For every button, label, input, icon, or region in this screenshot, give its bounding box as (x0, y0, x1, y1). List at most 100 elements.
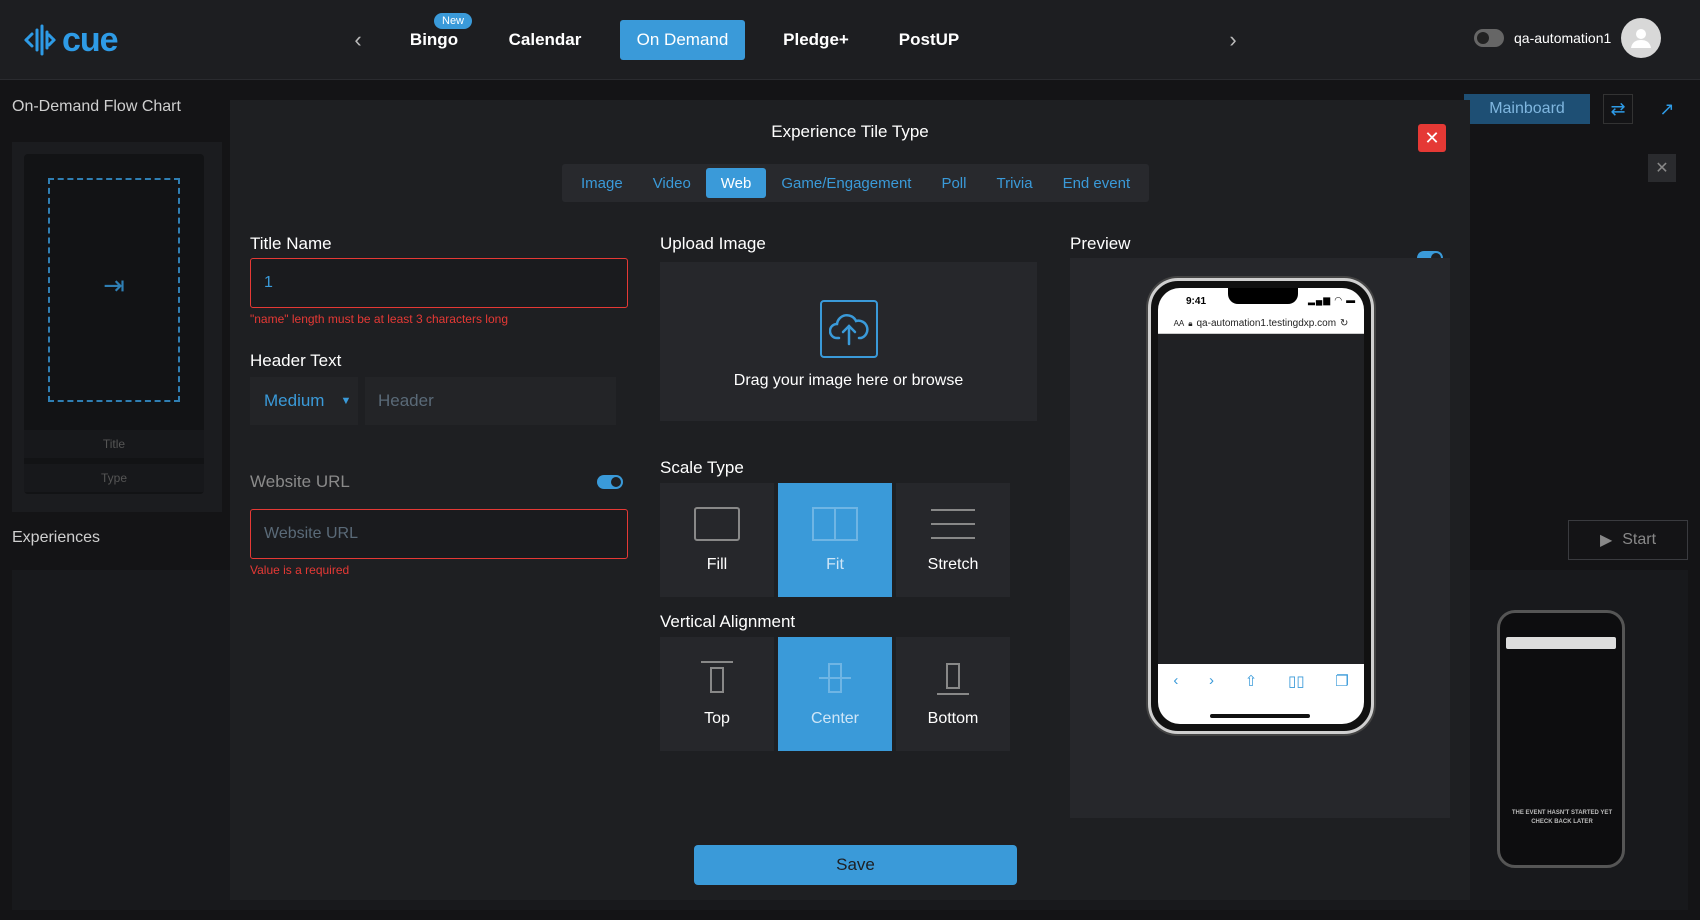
cue-logo[interactable]: cue (22, 20, 119, 60)
background-phone-preview: THE EVENT HASN'T STARTED YET CHECK BACK … (1497, 610, 1625, 868)
phone-address-bar: AA 🔒︎ qa-automation1.testingdxp.com ↻ (1158, 314, 1364, 334)
bookmarks-icon: ▯▯ (1287, 673, 1305, 690)
soundwave-icon (24, 24, 56, 56)
tab-web[interactable]: Web (705, 168, 767, 198)
logo-text: cue (62, 20, 119, 59)
phone-screen: 9:41 ▂▄▆ ◠ ▬ AA 🔒︎ qa-automation1.testin… (1158, 288, 1364, 724)
experience-tile-type-modal: Experience Tile Type ✕ Image Video Web G… (230, 100, 1470, 900)
preview-panel: 9:41 ▂▄▆ ◠ ▬ AA 🔒︎ qa-automation1.testin… (1070, 258, 1450, 818)
back-icon: ‹ (1173, 672, 1179, 689)
title-name-error: "name" length must be at least 3 charact… (250, 312, 508, 326)
title-name-input[interactable]: 1 (250, 258, 628, 308)
align-top-option[interactable]: Top (660, 637, 774, 751)
header-text-input[interactable]: Header (365, 377, 616, 425)
signal-wifi-battery-icon: ▂▄▆ ◠ ▬ (1308, 295, 1357, 305)
header-text-label: Header Text (250, 351, 342, 370)
header-size-value: Medium (264, 391, 325, 410)
share-icon: ⇧ (1244, 673, 1258, 690)
vertical-alignment-label: Vertical Alignment (660, 612, 796, 631)
card-title-field: Title (24, 430, 204, 458)
phone-status-bar: 9:41 ▂▄▆ ◠ ▬ (1158, 288, 1364, 314)
align-center-icon (819, 663, 851, 693)
align-top-label: Top (704, 710, 730, 727)
reload-icon: ↻ (1340, 318, 1349, 329)
phone-time: 9:41 (1186, 296, 1207, 307)
home-indicator (1210, 714, 1310, 718)
play-icon: ▶ (1599, 532, 1613, 549)
align-bottom-label: Bottom (927, 710, 979, 727)
nav-item-pledge[interactable]: Pledge+ (770, 20, 862, 60)
preview-label: Preview (1070, 234, 1131, 253)
fit-icon (812, 507, 858, 541)
start-label: Start (1622, 531, 1657, 548)
caret-down-icon: ▼ (340, 395, 352, 407)
website-url-placeholder: Website URL (264, 525, 358, 542)
phone-notch (1228, 288, 1298, 304)
tabs-icon: ❐ (1335, 673, 1349, 690)
website-url-error: Value is a required (250, 563, 350, 577)
tab-video[interactable]: Video (638, 168, 706, 198)
align-bottom-icon (937, 663, 969, 695)
title-name-value: 1 (264, 274, 273, 291)
card-type-field: Type (24, 464, 204, 492)
nav-item-calendar[interactable]: Calendar (492, 20, 598, 60)
arrow-to-end-icon: ⇥ (103, 270, 125, 300)
user-icon (1631, 29, 1652, 48)
event-not-started-text: THE EVENT HASN'T STARTED YET CHECK BACK … (1511, 810, 1613, 825)
tab-image[interactable]: Image (566, 168, 638, 198)
title-name-label: Title Name (250, 234, 332, 253)
nav-item-on-demand[interactable]: On Demand (620, 20, 745, 60)
align-center-option[interactable]: Center (778, 637, 892, 751)
username: qa-automation1 (1514, 30, 1612, 46)
lock-icon: 🔒︎ (1188, 318, 1193, 328)
flow-chart-title: On-Demand Flow Chart (12, 98, 181, 115)
modal-title: Experience Tile Type (771, 122, 929, 141)
theme-toggle[interactable] (1474, 29, 1504, 47)
scale-stretch-option[interactable]: Stretch (896, 483, 1010, 597)
close-icon: ✕ (1424, 127, 1440, 148)
website-url-label: Website URL (250, 472, 350, 491)
phone-browser-toolbar: ‹ › ⇧ ▯▯ ❐ (1158, 664, 1364, 724)
stretch-icon (931, 509, 975, 539)
mainboard-button[interactable]: Mainboard (1464, 94, 1590, 124)
scale-type-label: Scale Type (660, 458, 744, 477)
tile-type-tabs: Image Video Web Game/Engagement Poll Tri… (562, 164, 1150, 202)
upload-image-label: Upload Image (660, 234, 766, 253)
scale-stretch-label: Stretch (927, 556, 979, 573)
close-modal-button[interactable]: ✕ (1418, 124, 1446, 152)
tab-end-event[interactable]: End event (1048, 168, 1146, 198)
save-button[interactable]: Save (694, 845, 1017, 885)
nav-prev-arrow-icon[interactable]: ‹ (340, 22, 376, 58)
swap-icon[interactable]: ⇄ (1603, 94, 1633, 124)
scale-fit-label: Fit (826, 556, 844, 573)
text-size-label: AA (1173, 319, 1185, 328)
external-link-icon[interactable]: ↗ (1652, 94, 1682, 124)
header-size-select[interactable]: Medium ▼ (250, 377, 358, 425)
align-center-label: Center (810, 710, 860, 727)
align-bottom-option[interactable]: Bottom (896, 637, 1010, 751)
tab-trivia[interactable]: Trivia (981, 168, 1047, 198)
phone-url-text: qa-automation1.testingdxp.com (1196, 318, 1337, 329)
image-dropzone[interactable]: Drag your image here or browse (660, 262, 1037, 421)
close-icon[interactable]: ✕ (1648, 154, 1676, 182)
forward-icon: › (1209, 672, 1215, 689)
start-button[interactable]: ▶ Start (1568, 520, 1688, 560)
website-url-input[interactable]: Website URL (250, 509, 628, 559)
upload-instructions: Drag your image here or browse (733, 372, 964, 389)
scale-fill-option[interactable]: Fill (660, 483, 774, 597)
fill-icon (694, 507, 740, 541)
website-url-toggle[interactable] (597, 475, 623, 489)
nav-next-arrow-icon[interactable]: › (1215, 22, 1251, 58)
cloud-upload-icon (820, 300, 878, 358)
tab-poll[interactable]: Poll (926, 168, 981, 198)
avatar[interactable] (1621, 18, 1662, 58)
align-top-icon (701, 661, 733, 693)
phone-address-bar (1506, 637, 1616, 649)
new-badge: New (434, 13, 473, 29)
user-area: qa-automation1 (1474, 18, 1662, 58)
experiences-title: Experiences (12, 529, 101, 546)
scale-fill-label: Fill (706, 556, 728, 573)
tab-game-engagement[interactable]: Game/Engagement (766, 168, 926, 198)
nav-item-postup[interactable]: PostUP (890, 20, 968, 60)
scale-fit-option[interactable]: Fit (778, 483, 892, 597)
